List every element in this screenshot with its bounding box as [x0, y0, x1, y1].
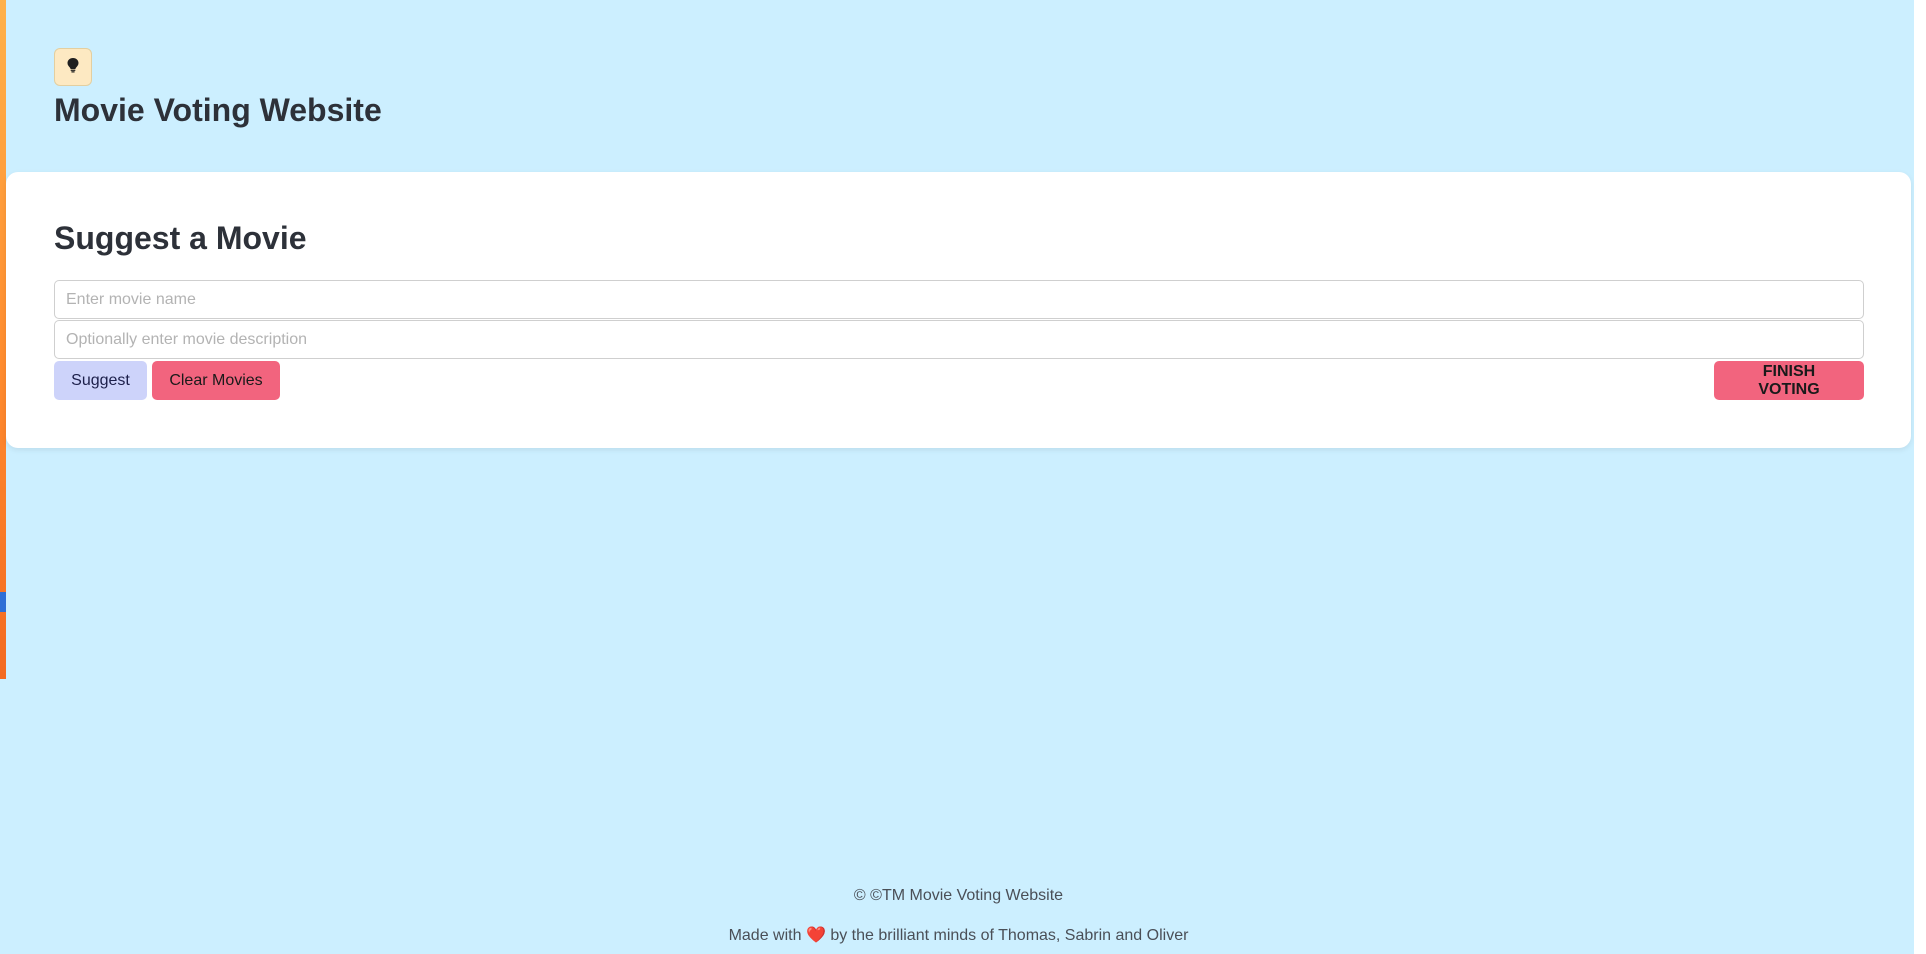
copyright-text: © ©TM Movie Voting Website: [853, 887, 1064, 904]
lightbulb-icon: [66, 57, 80, 78]
page-title: Movie Voting Website: [54, 92, 382, 128]
clear-movies-button[interactable]: Clear Movies: [152, 361, 280, 400]
page-header: Movie Voting Website: [54, 48, 382, 130]
movie-description-input[interactable]: [54, 320, 1864, 359]
suggest-movie-card: Suggest a Movie Suggest Clear Movies FIN…: [6, 172, 1911, 448]
made-with-suffix: by the brilliant minds of Thomas, Sabrin…: [830, 927, 1189, 944]
right-window-edge: [1914, 0, 1926, 954]
page-footer: © ©TM Movie Voting Website Made with ❤️ …: [6, 886, 1911, 946]
heart-icon: ❤️: [805, 927, 826, 944]
movie-name-input[interactable]: [54, 280, 1864, 319]
logo-badge: [54, 48, 92, 86]
page: Movie Voting Website Suggest a Movie Sug…: [6, 0, 1914, 954]
suggest-button[interactable]: Suggest: [54, 361, 147, 400]
credits-line: Made with ❤️ by the brilliant minds of T…: [6, 926, 1911, 946]
finish-voting-button[interactable]: FINISH VOTING: [1714, 361, 1864, 400]
suggest-card-title: Suggest a Movie: [54, 220, 307, 256]
made-with-prefix: Made with: [728, 927, 802, 944]
